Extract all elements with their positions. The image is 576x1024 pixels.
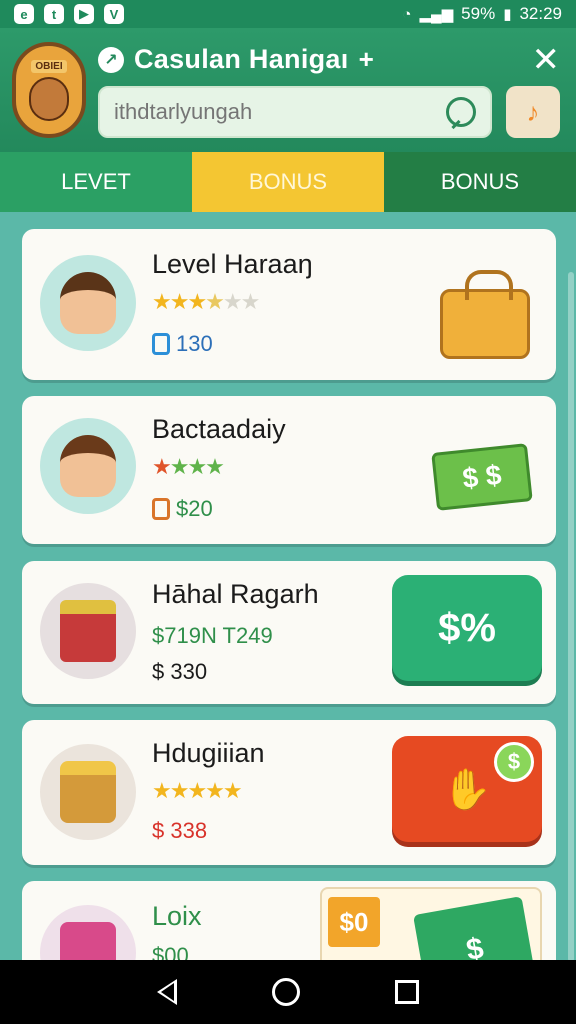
tab-bonus[interactable]: BONUS	[384, 152, 576, 212]
compass-icon: ↗	[98, 46, 124, 73]
avatar	[40, 583, 136, 679]
girl-avatar-icon	[60, 435, 116, 497]
app-header: OBIEI ↗ Casulan Hanigaı + ✕ ♪	[0, 28, 576, 152]
card-title: Loix	[152, 901, 202, 931]
list-item[interactable]: Bactaadaiy ★★★★ $20 $ $	[22, 396, 556, 544]
gem-icon	[152, 333, 170, 355]
boy-avatar-icon	[60, 272, 116, 334]
notification-app-icon: e	[14, 4, 34, 24]
star-rating: ★★★★★★	[152, 289, 260, 314]
tab-bar: LEVET BONUS BONUS	[0, 152, 576, 212]
clock: 32:29	[519, 4, 562, 23]
card-value: $20	[176, 496, 213, 521]
battery-icon: ▮	[503, 6, 512, 23]
promo-tag: $0	[328, 897, 380, 947]
hand-icon: ✋	[442, 767, 492, 812]
search-box[interactable]	[98, 86, 492, 138]
bag-icon[interactable]	[440, 270, 530, 359]
pin-icon: ♪	[526, 96, 540, 127]
battery-percent: 59%	[461, 4, 496, 23]
coin-icon: $	[494, 742, 534, 782]
logo-face-icon	[29, 76, 69, 121]
list-item[interactable]: Hdugiiian ★★★★★ $ 338 ✋ $	[22, 720, 556, 865]
card-value: 130	[176, 331, 213, 356]
value-row: $ 330	[152, 659, 207, 685]
title-row: ↗ Casulan Hanigaı +	[98, 44, 374, 75]
star-rating: ★★★★★	[152, 778, 243, 803]
avatar	[40, 255, 136, 351]
app-logo[interactable]: OBIEI	[12, 42, 86, 138]
claim-button[interactable]: ✋ $	[392, 736, 542, 842]
card-subtitle: $719N T249	[152, 623, 273, 648]
home-icon[interactable]	[271, 978, 300, 1006]
tab-bonus-active[interactable]: BONUS	[192, 152, 384, 212]
logo-text: OBIEI	[31, 59, 67, 73]
card-title: Hdugiiian	[152, 738, 265, 768]
notification-app-icon: t	[44, 4, 64, 24]
system-nav-bar	[0, 960, 576, 1024]
list-item[interactable]: Hāhal Ragarh $719N T249 $ 330 $%	[22, 561, 556, 704]
list-item[interactable]: Level Haraaŋ ★★★★★★ 130	[22, 229, 556, 380]
app-title: Casulan Hanigaı	[134, 44, 349, 74]
search-input[interactable]	[114, 99, 446, 125]
avatar	[40, 418, 136, 514]
discount-button[interactable]: $%	[392, 575, 542, 681]
status-bar-right: ◔ ▂▄▆ 59% ▮ 32:29	[402, 4, 562, 24]
status-bar: e t ▶ V ◔ ▂▄▆ 59% ▮ 32:29	[0, 0, 576, 28]
recent-apps-icon[interactable]	[394, 980, 419, 1004]
avatar	[40, 744, 136, 840]
search-icon[interactable]	[446, 97, 476, 127]
pin-button[interactable]: ♪	[506, 86, 560, 138]
coin-chest-icon	[60, 761, 116, 823]
cash-icon[interactable]: $ $	[431, 443, 533, 511]
value-row: $ 338	[152, 818, 207, 844]
back-icon[interactable]	[157, 979, 178, 1005]
card-title: Bactaadaiy	[152, 414, 286, 444]
wifi-icon: ◔	[402, 5, 412, 23]
card-title: Hāhal Ragarh	[152, 579, 319, 609]
card-title: Level Haraaŋ	[152, 249, 313, 279]
tab-levet[interactable]: LEVET	[0, 152, 192, 212]
plus-icon[interactable]: +	[359, 44, 374, 75]
notification-app-icon: ▶	[74, 4, 94, 24]
signal-icon: ▂▄▆	[419, 6, 454, 23]
scrollbar[interactable]	[568, 272, 574, 962]
value-row: 130	[152, 331, 213, 357]
status-bar-apps: e t ▶ V	[14, 4, 124, 24]
treasure-chest-icon	[60, 600, 116, 662]
lock-icon	[152, 498, 170, 520]
star-rating: ★★★★	[152, 454, 225, 479]
close-button[interactable]: ✕	[532, 42, 561, 78]
value-row: $20	[152, 496, 213, 522]
notification-app-icon: V	[104, 4, 124, 24]
card-value: $ 338	[152, 818, 208, 843]
card-value: $ 330	[152, 659, 208, 684]
